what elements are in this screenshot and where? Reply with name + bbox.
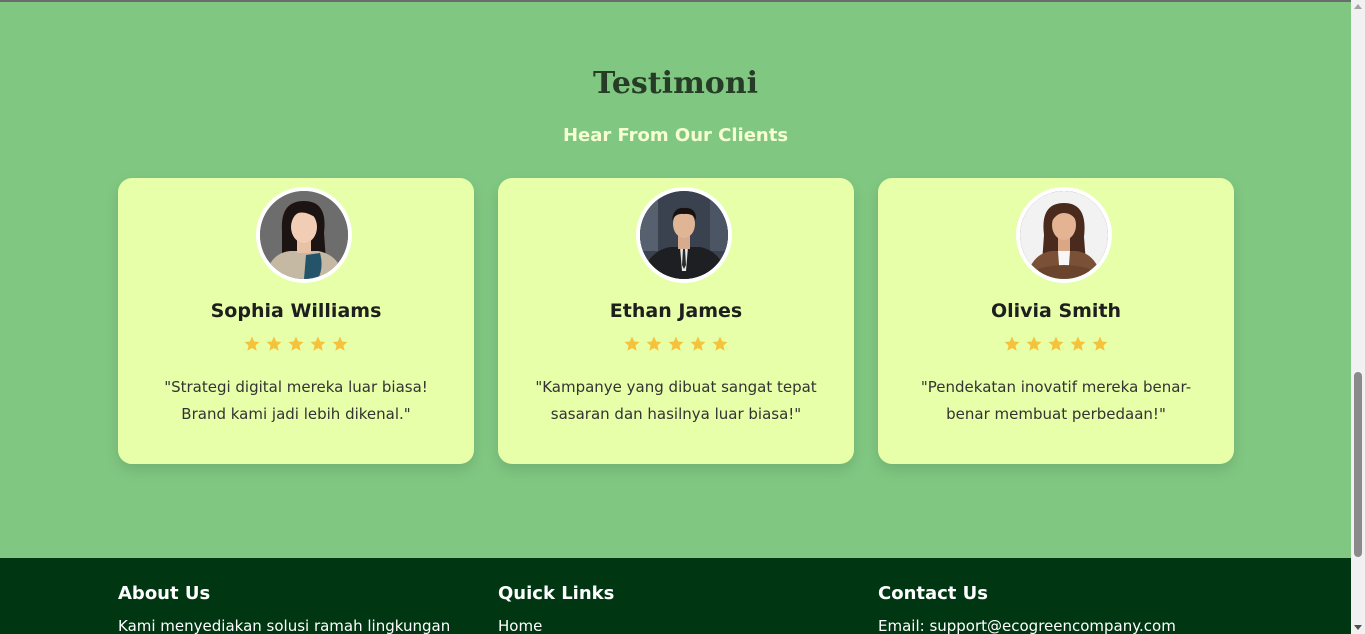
star-icon — [624, 336, 640, 351]
avatar — [256, 187, 352, 283]
testimonial-card: Olivia Smith "Pendekatan inovatif mereka… — [878, 178, 1234, 464]
footer-quick-links-heading: Quick Links — [498, 583, 615, 604]
section-subtitle: Hear From Our Clients — [562, 125, 789, 146]
star-icon — [1026, 336, 1042, 351]
testimonial-quote: "Kampanye yang dibuat sangat tepat sasar… — [535, 378, 817, 423]
star-icon — [1070, 336, 1086, 351]
star-icon — [690, 336, 706, 351]
footer-about-heading: About Us — [118, 583, 211, 604]
testimonials-section: Testimoni Hear From Our Clients Sophia W… — [0, 0, 1351, 558]
footer-contact-heading: Contact Us — [878, 583, 989, 604]
testimonial-card: Sophia Williams "Strategi digital mereka… — [118, 178, 474, 464]
star-icon — [1048, 336, 1064, 351]
scroll-up-arrow-icon[interactable] — [1354, 4, 1362, 9]
star-icon — [712, 336, 728, 351]
star-icon — [244, 336, 260, 351]
footer-quick-links: Quick Links Home — [498, 582, 838, 634]
client-name: Ethan James — [609, 300, 743, 322]
star-icon — [288, 336, 304, 351]
scrollbar-thumb[interactable] — [1354, 372, 1362, 557]
client-name: Sophia Williams — [210, 300, 382, 322]
footer-about: About Us Kami menyediakan solusi ramah l… — [118, 582, 458, 634]
avatar — [1016, 187, 1112, 283]
avatar — [636, 187, 732, 283]
section-title: Testimoni — [592, 66, 759, 101]
scroll-down-arrow-icon[interactable] — [1354, 625, 1362, 630]
star-icon — [310, 336, 326, 351]
star-icon — [332, 336, 348, 351]
star-icon — [1092, 336, 1108, 351]
star-icon — [646, 336, 662, 351]
testimonial-quote: "Pendekatan inovatif mereka benar-benar … — [920, 378, 1192, 423]
footer-contact-email[interactable]: Email: support@ecogreencompany.com — [878, 616, 1218, 634]
star-icon — [1004, 336, 1020, 351]
footer-about-text: Kami menyediakan solusi ramah lingkungan — [118, 617, 451, 634]
star-icon — [668, 336, 684, 351]
client-name: Olivia Smith — [990, 300, 1122, 322]
rating-stars — [498, 335, 854, 353]
site-footer: About Us Kami menyediakan solusi ramah l… — [0, 558, 1351, 634]
footer-link-home[interactable]: Home — [498, 616, 838, 634]
testimonial-card: Ethan James "Kampanye yang dibuat sangat… — [498, 178, 854, 464]
rating-stars — [878, 335, 1234, 353]
vertical-scrollbar[interactable] — [1351, 0, 1365, 634]
testimonial-quote: "Strategi digital mereka luar biasa! Bra… — [164, 378, 428, 423]
footer-contact: Contact Us Email: support@ecogreencompan… — [878, 582, 1218, 634]
star-icon — [266, 336, 282, 351]
rating-stars — [118, 335, 474, 353]
